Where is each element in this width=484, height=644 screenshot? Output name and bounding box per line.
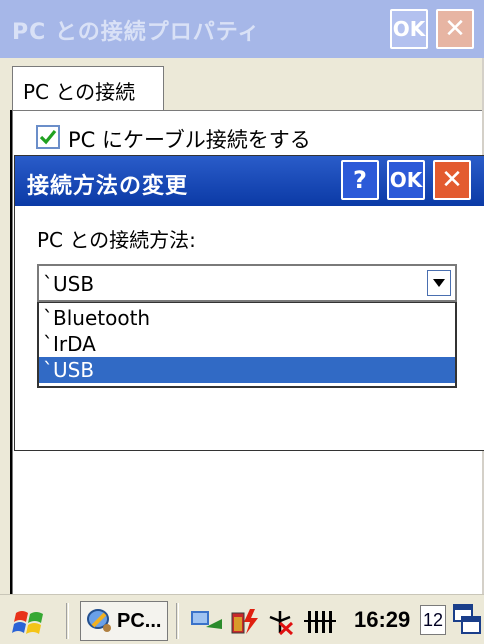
option-bluetooth[interactable]: `Bluetooth (39, 305, 455, 331)
date-indicator[interactable]: 12 (420, 605, 446, 635)
taskbar: PC... 16:29 12 (0, 594, 484, 644)
taskbar-separator (176, 603, 179, 639)
windows-logo-icon[interactable] (12, 605, 46, 639)
dialog-ok-button[interactable]: OK (387, 160, 425, 200)
dialog-close-button[interactable]: ✕ (433, 160, 471, 200)
connection-icon[interactable] (190, 607, 224, 635)
dialog-titlebar: 接続方法の変更 ? OK ✕ (15, 156, 484, 206)
connection-method-combo[interactable]: `USB (37, 264, 457, 302)
cable-connection-label: PC にケーブル接続をする (68, 128, 311, 152)
battery-icon[interactable] (230, 607, 260, 635)
tab-pc-connection[interactable]: PC との接続 (12, 66, 164, 110)
change-connection-dialog: 接続方法の変更 ? OK ✕ PC との接続方法: `USB `Bluetoot… (14, 155, 484, 451)
window-switch-icon[interactable] (452, 603, 482, 637)
window-titlebar: PC との接続プロパティ OK ✕ (0, 0, 484, 58)
dialog-title: 接続方法の変更 (27, 174, 189, 199)
window-title: PC との接続プロパティ (12, 20, 261, 45)
antenna-off-icon[interactable] (266, 607, 296, 635)
ok-button[interactable]: OK (390, 9, 428, 49)
combo-value: `USB (43, 272, 95, 296)
help-button[interactable]: ? (341, 160, 379, 200)
signal-strength-icon[interactable] (302, 607, 338, 635)
close-button[interactable]: ✕ (436, 9, 474, 49)
taskbar-separator (66, 603, 69, 639)
checkmark-icon (39, 129, 57, 145)
window-left-border (10, 110, 12, 594)
option-irda[interactable]: `IrDA (39, 331, 455, 357)
taskbar-app-button[interactable]: PC... (80, 601, 168, 641)
connection-method-dropdown: `Bluetooth `IrDA `USB (37, 302, 457, 388)
settings-app-icon (87, 609, 111, 632)
clock[interactable]: 16:29 (354, 607, 410, 633)
option-usb[interactable]: `USB (39, 357, 455, 383)
taskbar-app-label: PC... (117, 609, 162, 632)
connection-method-label: PC との接続方法: (37, 228, 196, 252)
chevron-down-icon[interactable] (427, 270, 451, 296)
cable-connection-checkbox[interactable] (36, 125, 60, 149)
